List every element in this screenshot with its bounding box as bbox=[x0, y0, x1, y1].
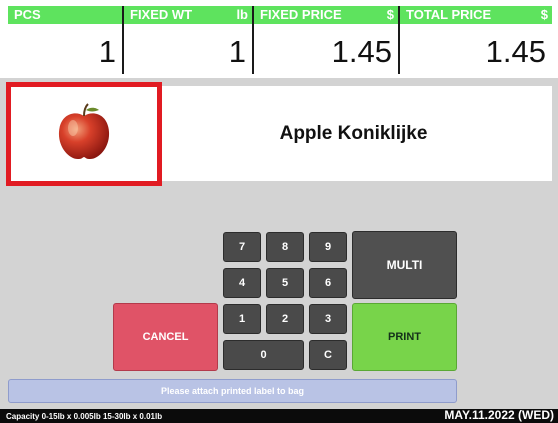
fixed-price-cell: FIXED PRICE $ 1.45 bbox=[254, 6, 400, 74]
capacity-text: Capacity 0-15lb x 0.005lb 15-30lb x 0.01… bbox=[6, 412, 163, 421]
key-clear[interactable]: C bbox=[309, 340, 347, 370]
key-5[interactable]: 5 bbox=[266, 268, 304, 298]
date-text: MAY.11.2022 (WED) bbox=[444, 408, 554, 422]
product-name: Apple Koniklijke bbox=[279, 123, 428, 144]
key-7[interactable]: 7 bbox=[223, 232, 261, 262]
key-8[interactable]: 8 bbox=[266, 232, 304, 262]
pcs-label: PCS bbox=[14, 7, 41, 22]
fixed-price-unit: $ bbox=[386, 7, 394, 22]
total-price-label: TOTAL PRICE bbox=[406, 7, 492, 22]
fixed-weight-cell: FIXED WT lb 1 bbox=[124, 6, 254, 74]
fixed-weight-value: 1 bbox=[228, 34, 246, 69]
total-price-unit: $ bbox=[540, 7, 548, 22]
total-price-cell: TOTAL PRICE $ 1.45 bbox=[400, 6, 552, 74]
pcs-cell: PCS 1 bbox=[8, 6, 124, 74]
fixed-price-label: FIXED PRICE bbox=[260, 7, 342, 22]
key-0[interactable]: 0 bbox=[223, 340, 304, 370]
key-3[interactable]: 3 bbox=[309, 304, 347, 334]
message-bar: Please attach printed label to bag bbox=[8, 379, 457, 403]
key-4[interactable]: 4 bbox=[223, 268, 261, 298]
key-2[interactable]: 2 bbox=[266, 304, 304, 334]
total-price-value: 1.45 bbox=[485, 34, 546, 69]
key-1[interactable]: 1 bbox=[223, 304, 261, 334]
multi-button[interactable]: MULTI bbox=[352, 231, 457, 299]
key-9[interactable]: 9 bbox=[309, 232, 347, 262]
header-bar: PCS 1 FIXED WT lb 1 FIXED PRICE $ 1.45 TOT… bbox=[0, 0, 558, 78]
print-button[interactable]: PRINT bbox=[352, 303, 457, 371]
fixed-weight-label: FIXED WT bbox=[130, 7, 193, 22]
fixed-weight-unit: lb bbox=[236, 7, 248, 22]
product-image-selection[interactable] bbox=[6, 82, 162, 186]
cancel-button[interactable]: CANCEL bbox=[113, 303, 218, 371]
fixed-price-value: 1.45 bbox=[331, 34, 392, 69]
key-6[interactable]: 6 bbox=[309, 268, 347, 298]
pcs-value: 1 bbox=[98, 34, 116, 69]
